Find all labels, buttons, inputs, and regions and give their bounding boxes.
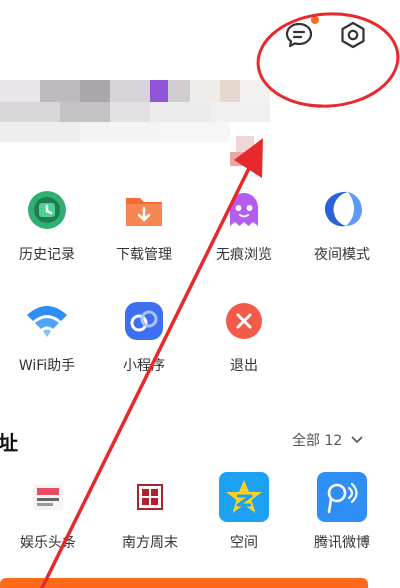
menu-label: 历史记录: [19, 247, 75, 263]
app-label: 南方周末: [122, 535, 178, 551]
menu-label: 下载管理: [116, 247, 172, 263]
menu-history[interactable]: 历史记录: [2, 186, 92, 264]
wifi-icon: [23, 297, 71, 345]
menu-label: WiFi助手: [18, 358, 76, 374]
menu-label: 夜间模式: [314, 247, 370, 263]
ghost-icon: [220, 186, 268, 234]
mini-program-icon: [120, 297, 168, 345]
tencent-weibo-icon: [317, 472, 367, 522]
nanfang-logo-icon: [125, 472, 175, 522]
menu-label: 退出: [230, 358, 258, 374]
app-nanfang-weekend[interactable]: 南方周末: [108, 472, 192, 552]
app-label: 腾讯微博: [314, 535, 370, 551]
download-folder-icon: [120, 186, 168, 234]
menu-label: 无痕浏览: [216, 247, 272, 263]
message-bubble-icon[interactable]: [284, 20, 314, 50]
blurred-account-info[interactable]: [0, 76, 300, 166]
app-tencent-weibo[interactable]: 腾讯微博: [300, 472, 384, 552]
clock-icon: [23, 186, 71, 234]
menu-night-mode[interactable]: 夜间模式: [297, 186, 387, 264]
menu-download[interactable]: 下载管理: [99, 186, 189, 264]
news-logo-icon: [23, 472, 73, 522]
hexagon-settings-icon[interactable]: [338, 20, 368, 50]
app-qzone[interactable]: 空间: [202, 472, 286, 552]
app-entertainment-news[interactable]: 娱乐头条: [6, 472, 90, 552]
show-all-label: 全部 12: [292, 433, 343, 449]
notification-dot: [311, 16, 319, 24]
close-circle-icon: [220, 297, 268, 345]
menu-mini-program[interactable]: 小程序: [99, 297, 189, 375]
bottom-action-bar[interactable]: [0, 578, 368, 588]
app-label: 娱乐头条: [20, 535, 76, 551]
menu-exit[interactable]: 退出: [199, 297, 289, 375]
menu-incognito[interactable]: 无痕浏览: [199, 186, 289, 264]
menu-label: 小程序: [123, 358, 165, 374]
section-title: 址: [0, 431, 18, 455]
app-label: 空间: [230, 535, 258, 551]
chevron-down-icon: [351, 436, 363, 444]
qzone-star-icon: [219, 472, 269, 522]
menu-wifi[interactable]: WiFi助手: [2, 297, 92, 375]
show-all-button[interactable]: 全部 12: [292, 430, 363, 450]
moon-icon: [318, 186, 366, 234]
